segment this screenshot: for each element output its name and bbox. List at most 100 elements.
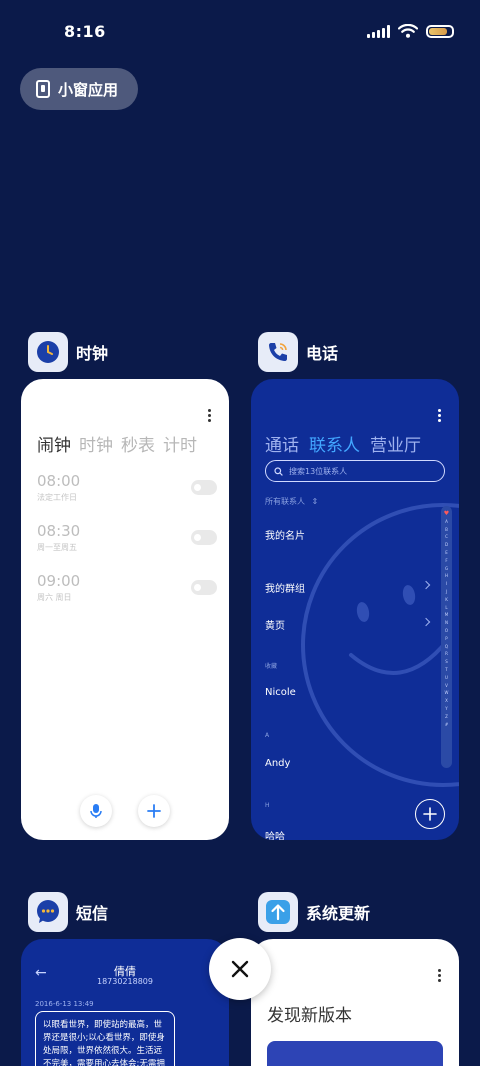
alphabet-index-letter[interactable]: B	[445, 526, 448, 534]
alarm-toggle[interactable]	[191, 480, 217, 495]
alarm-toggle[interactable]	[191, 580, 217, 595]
alphabet-index-letter[interactable]: M	[445, 611, 448, 619]
contact-row[interactable]: Andy	[265, 758, 290, 769]
phone-app-icon	[258, 332, 298, 372]
alarm-item[interactable]: 08:30 周一至周五	[37, 522, 217, 553]
yellow-pages-row[interactable]: 黄页	[265, 617, 285, 632]
update-title: 发现新版本	[267, 1006, 352, 1026]
alphabet-index-letter[interactable]: V	[445, 682, 448, 690]
conversation-contact-number: 18730218809	[97, 977, 153, 986]
alphabet-index-scrollbar[interactable]: ♥ A B C D E F G H I J K L M N O P Q R S T U V W X Y Z #	[441, 506, 452, 768]
alarm-time: 08:30	[37, 522, 81, 540]
app-header-phone[interactable]: 电话	[258, 332, 338, 372]
microphone-icon	[90, 804, 102, 818]
contact-row[interactable]: 哈哈	[265, 828, 285, 840]
alphabet-index-letter[interactable]: ♥	[444, 510, 449, 518]
alphabet-index-letter[interactable]: G	[445, 565, 448, 573]
alphabet-index-letter[interactable]: K	[445, 596, 448, 604]
plus-icon	[147, 804, 161, 818]
clear-all-button[interactable]	[209, 938, 271, 1000]
contacts-search-input[interactable]: 搜索13位联系人	[265, 460, 445, 482]
search-icon	[274, 466, 283, 476]
update-more-icon[interactable]	[438, 969, 442, 982]
alphabet-index-letter[interactable]: L	[445, 604, 447, 612]
contacts-filter-dropdown[interactable]: 所有联系人 ⇕	[265, 496, 318, 507]
clock-tabs: 闹钟 时钟 秒表 计时	[37, 431, 197, 456]
alphabet-index-letter[interactable]: U	[445, 674, 448, 682]
alphabet-index-letter[interactable]: H	[445, 572, 448, 580]
favorites-header: 收藏	[265, 663, 278, 670]
battery-icon	[426, 24, 454, 38]
phone-more-icon[interactable]	[438, 409, 442, 422]
status-time: 8:16	[64, 22, 106, 41]
status-bar: 8:16	[0, 0, 480, 62]
alphabet-index-letter[interactable]: O	[445, 627, 448, 635]
alarm-toggle[interactable]	[191, 530, 217, 545]
alarm-time: 09:00	[37, 572, 81, 590]
alphabet-index-letter[interactable]: E	[445, 549, 448, 557]
tab-contacts[interactable]: 联系人	[309, 431, 360, 456]
add-contact-button[interactable]	[415, 799, 445, 829]
system-update-app-card[interactable]: 发现新版本	[251, 939, 459, 1066]
tab-timer[interactable]: 计时	[163, 431, 197, 456]
alphabet-index-letter[interactable]: A	[445, 518, 448, 526]
alphabet-index-letter[interactable]: F	[445, 557, 447, 565]
contact-row[interactable]: Nicole	[265, 687, 296, 698]
app-header-sms[interactable]: 短信	[28, 892, 108, 932]
my-card-row[interactable]: 我的名片	[265, 527, 305, 542]
alphabet-index-letter[interactable]: R	[445, 650, 448, 658]
section-header: H	[265, 802, 270, 809]
alphabet-index-letter[interactable]: P	[445, 635, 447, 643]
alphabet-index-letter[interactable]: Y	[445, 705, 447, 713]
alarm-repeat: 法定工作日	[37, 493, 77, 502]
alphabet-index-letter[interactable]: C	[445, 533, 448, 541]
tab-stopwatch[interactable]: 秒表	[121, 431, 155, 456]
alphabet-index-letter[interactable]: W	[445, 689, 449, 697]
alphabet-index-letter[interactable]: #	[445, 721, 448, 729]
clock-more-icon[interactable]	[208, 409, 212, 422]
my-groups-row[interactable]: 我的群组	[265, 580, 305, 595]
status-icons	[367, 24, 454, 38]
message-bubble: 以眼看世界，即使站的最高，世界还是很小;以心看世界，即使身处局限，世界依然很大。…	[35, 1011, 175, 1066]
alarm-item[interactable]: 09:00 周六 周日	[37, 572, 217, 603]
search-placeholder: 搜索13位联系人	[289, 466, 348, 476]
signal-icon	[367, 24, 390, 38]
alphabet-index-letter[interactable]: Z	[445, 713, 448, 721]
app-header-clock[interactable]: 时钟	[28, 332, 108, 372]
alphabet-index-letter[interactable]: S	[445, 658, 448, 666]
sort-updown-icon: ⇕	[311, 497, 319, 506]
alphabet-index-letter[interactable]: N	[445, 619, 448, 627]
sms-app-icon	[28, 892, 68, 932]
alphabet-index-letter[interactable]: Q	[445, 643, 448, 651]
wifi-icon	[398, 24, 418, 38]
alphabet-index-letter[interactable]: X	[445, 697, 448, 705]
alphabet-index-letter[interactable]: D	[445, 541, 448, 549]
alarm-repeat: 周六 周日	[37, 593, 72, 602]
alphabet-index-letter[interactable]: I	[446, 580, 447, 588]
update-banner-image	[267, 1041, 443, 1066]
tab-calls[interactable]: 通话	[265, 431, 299, 456]
phone-tabs: 通话 联系人 营业厅	[265, 431, 421, 456]
alphabet-index-letter[interactable]: J	[446, 588, 447, 596]
sms-app-card[interactable]: ← 倩倩 18730218809 2016-6-13 13:49 以眼看世界，即…	[21, 939, 229, 1066]
tab-alarm[interactable]: 闹钟	[37, 431, 71, 456]
system-update-app-name: 系统更新	[306, 904, 371, 923]
tab-service-hall[interactable]: 营业厅	[370, 431, 421, 456]
voice-alarm-button[interactable]	[80, 795, 112, 827]
alarm-item[interactable]: 08:00 法定工作日	[37, 472, 217, 503]
alarm-repeat: 周一至周五	[37, 543, 77, 552]
app-header-system-update[interactable]: 系统更新	[258, 892, 370, 932]
add-alarm-button[interactable]	[138, 795, 170, 827]
clock-app-icon	[28, 332, 68, 372]
alphabet-index-letter[interactable]: T	[445, 666, 447, 674]
clock-app-card[interactable]: 闹钟 时钟 秒表 计时 08:00 法定工作日 08:30 周一至周五 09:0…	[21, 379, 229, 840]
plus-icon	[423, 807, 437, 821]
phone-app-card[interactable]: 通话 联系人 营业厅 搜索13位联系人 所有联系人 ⇕ 我的名片 我的群组 黄页…	[251, 379, 459, 840]
floating-window-apps-button[interactable]: 小窗应用	[20, 68, 138, 110]
sms-app-name: 短信	[76, 904, 109, 923]
system-update-app-icon	[258, 892, 298, 932]
message-text: 以眼看世界，即使站的最高，世界还是很小;以心看世界，即使身处局限，世界依然很大。…	[43, 1020, 165, 1066]
floating-window-icon	[36, 80, 50, 98]
phone-app-name: 电话	[306, 344, 339, 363]
tab-clock[interactable]: 时钟	[79, 431, 113, 456]
